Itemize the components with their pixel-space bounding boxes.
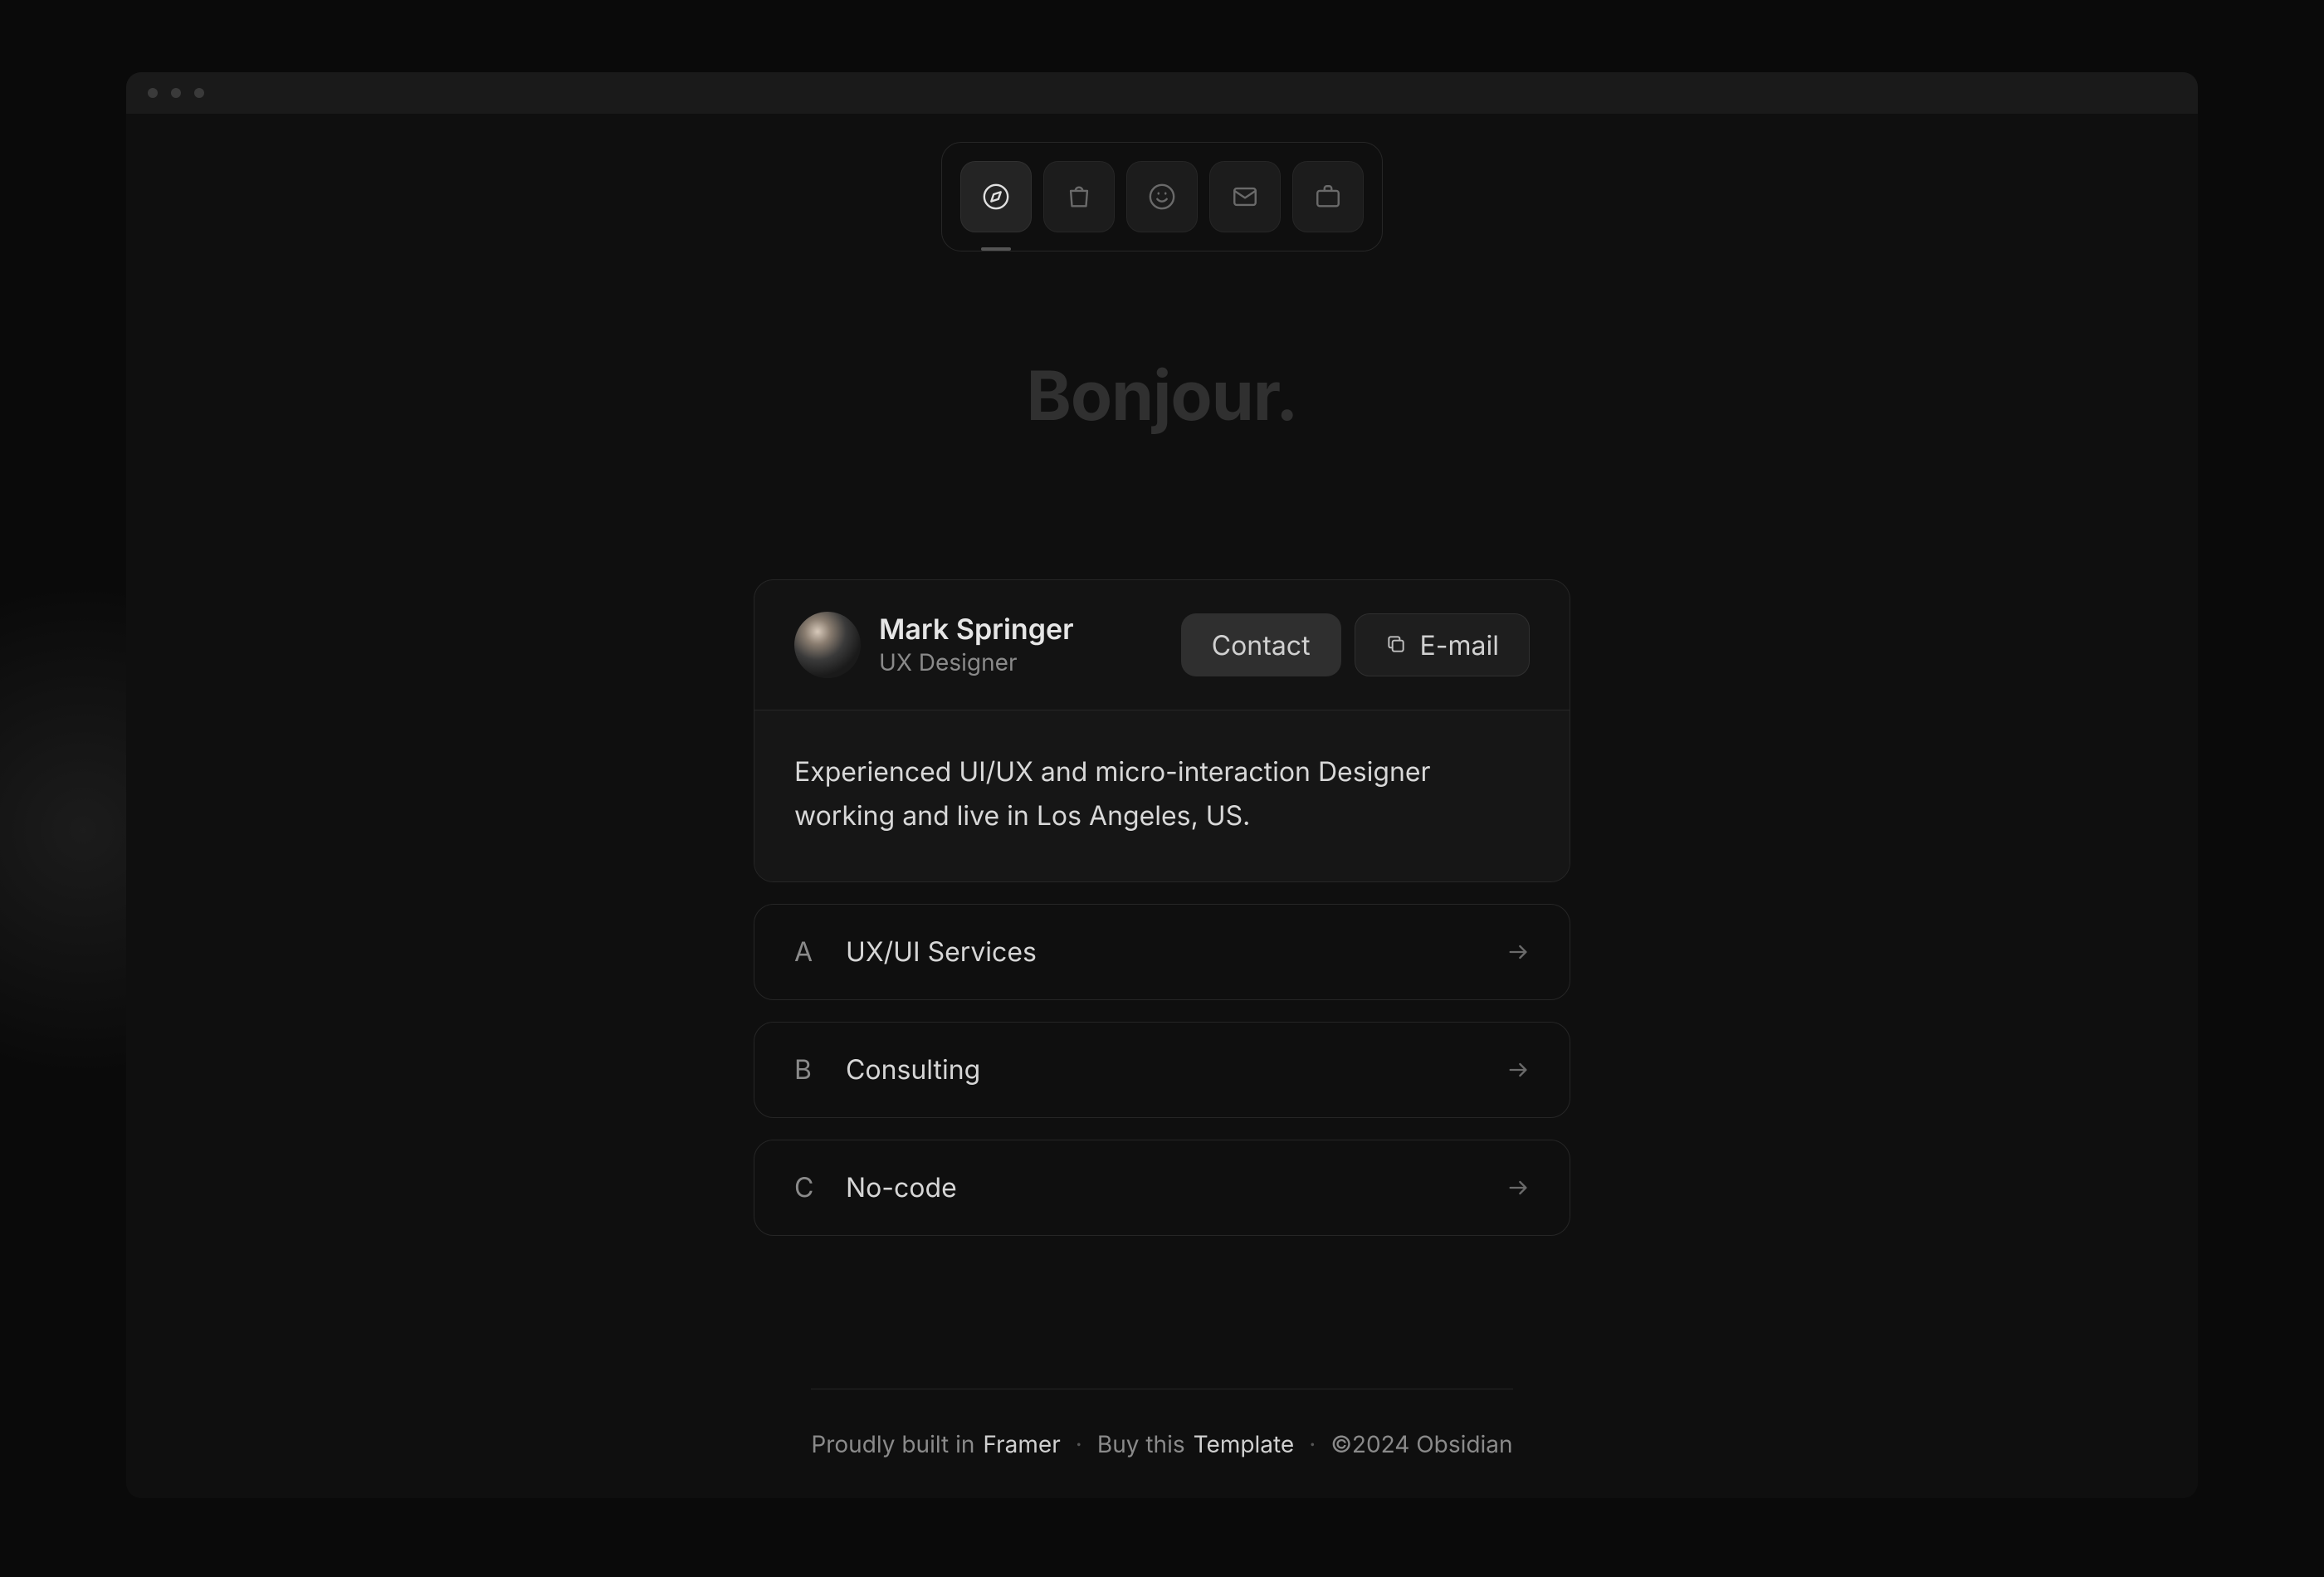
top-nav — [941, 142, 1383, 251]
footer-built-prefix: Proudly built in — [811, 1430, 974, 1458]
list-letter: A — [794, 935, 814, 968]
email-button-label: E-mail — [1420, 629, 1499, 662]
email-button[interactable]: E-mail — [1355, 613, 1530, 676]
smile-icon — [1148, 183, 1176, 211]
list-letter: B — [794, 1053, 814, 1086]
briefcase-icon — [1314, 183, 1342, 211]
contact-button[interactable]: Contact — [1181, 613, 1341, 676]
footer-buy-prefix: Buy this — [1097, 1430, 1185, 1458]
copy-icon — [1385, 629, 1407, 662]
close-icon[interactable] — [148, 88, 158, 98]
list-label: No-code — [846, 1171, 1475, 1204]
service-item-nocode[interactable]: C No-code — [754, 1140, 1570, 1236]
minimize-icon[interactable] — [171, 88, 181, 98]
footer-separator: · — [1069, 1430, 1089, 1458]
arrow-right-icon — [1506, 1058, 1530, 1081]
shopping-bag-icon — [1065, 183, 1093, 211]
profile-header: Mark Springer UX Designer Contact E-mail — [754, 580, 1570, 710]
contact-button-label: Contact — [1212, 629, 1311, 662]
page-content: Bonjour. Mark Springer UX Designer Conta… — [126, 114, 2198, 1498]
main-stack: Mark Springer UX Designer Contact E-mail — [754, 579, 1570, 1236]
arrow-right-icon — [1506, 1176, 1530, 1199]
app-window: Bonjour. Mark Springer UX Designer Conta… — [126, 72, 2198, 1498]
profile-identity: Mark Springer UX Designer — [879, 613, 1163, 677]
profile-name: Mark Springer — [879, 613, 1163, 647]
footer-built-link[interactable]: Framer — [983, 1430, 1060, 1458]
service-item-consulting[interactable]: B Consulting — [754, 1022, 1570, 1118]
footer-template-link[interactable]: Template — [1194, 1430, 1295, 1458]
footer-separator: · — [1302, 1430, 1322, 1458]
window-titlebar — [126, 72, 2198, 114]
nav-about[interactable] — [1126, 161, 1198, 232]
footer-copyright: ©2024 Obsidian — [1330, 1430, 1512, 1458]
nav-contact[interactable] — [1209, 161, 1281, 232]
profile-card: Mark Springer UX Designer Contact E-mail — [754, 579, 1570, 882]
nav-store[interactable] — [1043, 161, 1115, 232]
profile-bio: Experienced UI/UX and micro-interaction … — [794, 750, 1530, 838]
page-greeting: Bonjour. — [1027, 354, 1298, 437]
compass-icon — [982, 183, 1010, 211]
avatar — [794, 612, 861, 678]
profile-actions: Contact E-mail — [1181, 613, 1530, 676]
page-footer: Proudly built in Framer · Buy this Templ… — [811, 1389, 1512, 1498]
arrow-right-icon — [1506, 940, 1530, 964]
profile-body: Experienced UI/UX and micro-interaction … — [754, 710, 1570, 881]
service-item-ux[interactable]: A UX/UI Services — [754, 904, 1570, 1000]
profile-role: UX Designer — [879, 648, 1163, 676]
nav-home[interactable] — [960, 161, 1032, 232]
list-label: Consulting — [846, 1053, 1475, 1086]
list-label: UX/UI Services — [846, 935, 1475, 968]
mail-icon — [1231, 183, 1259, 211]
nav-work[interactable] — [1292, 161, 1364, 232]
list-letter: C — [794, 1171, 814, 1204]
maximize-icon[interactable] — [194, 88, 204, 98]
